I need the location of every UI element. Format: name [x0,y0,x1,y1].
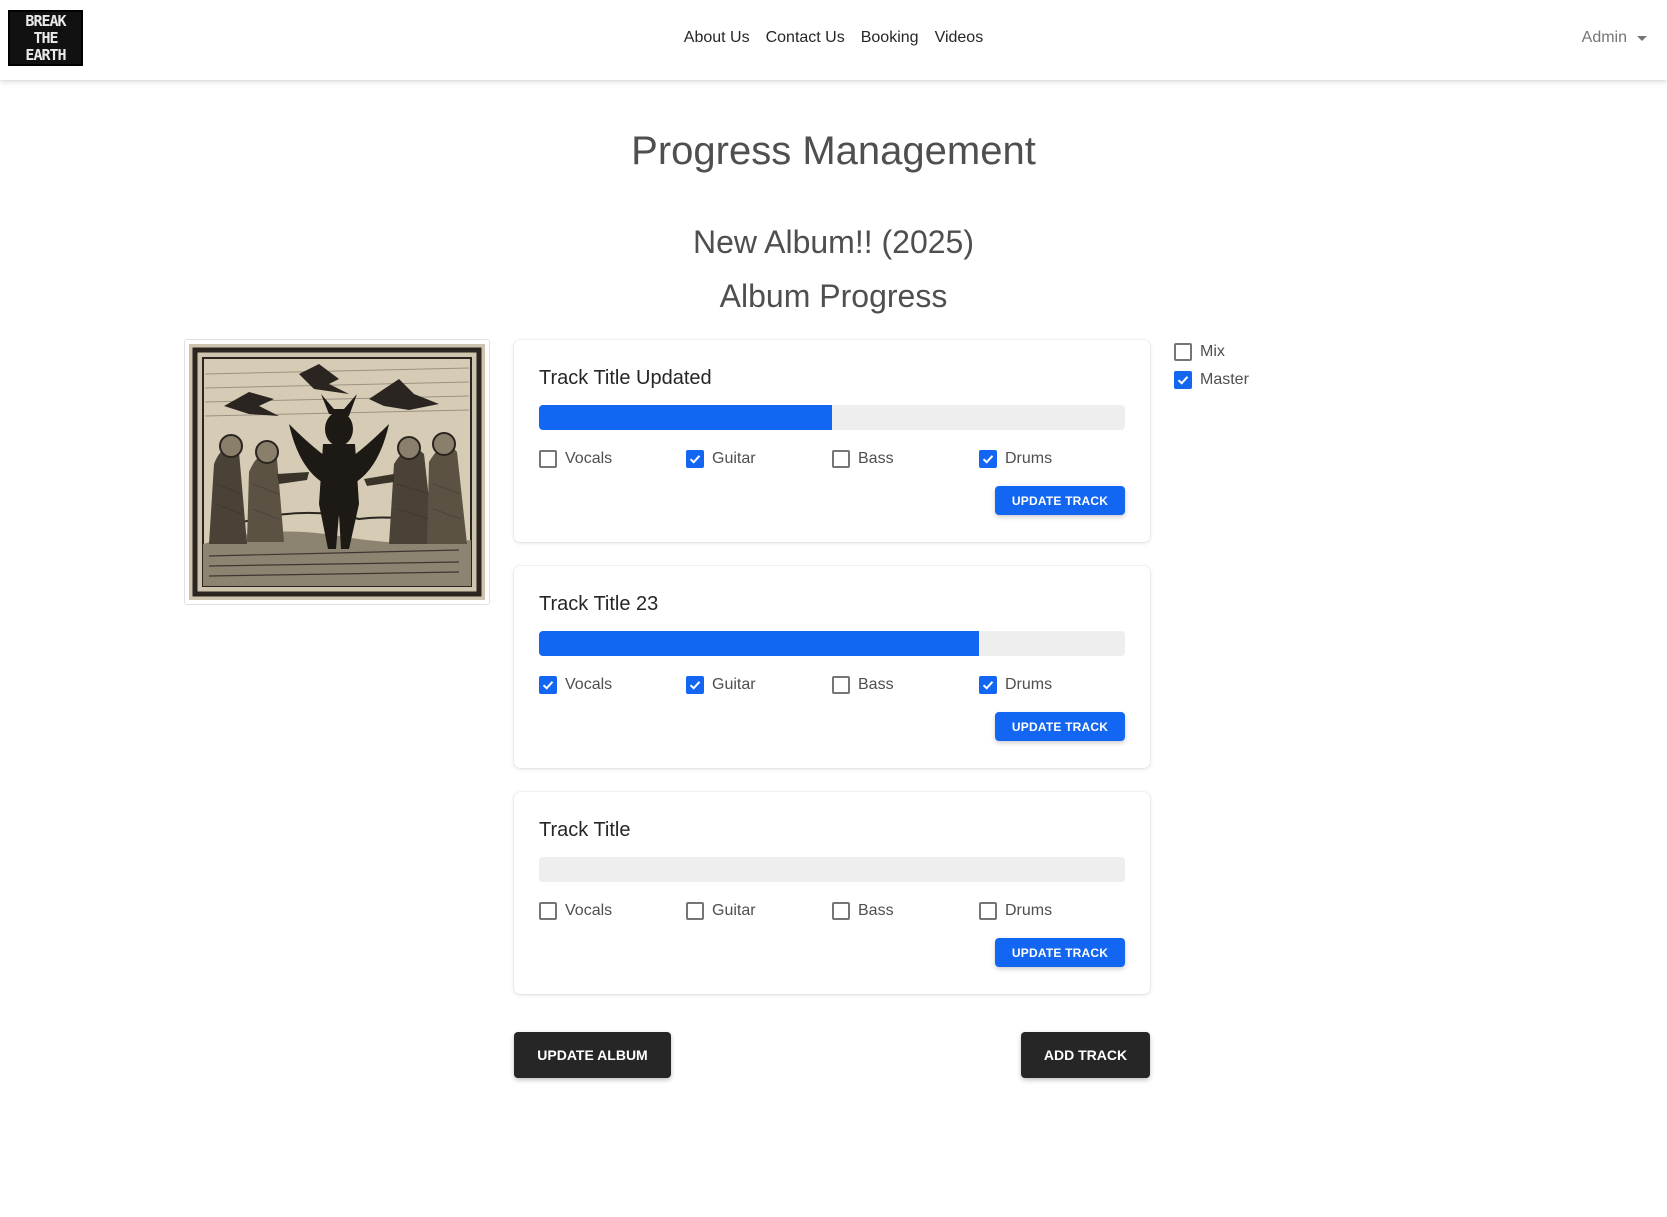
nav-link-contact-us[interactable]: Contact Us [758,26,853,50]
checkbox-box[interactable] [979,902,997,920]
checkbox-drums[interactable]: Drums [979,673,1052,697]
update-track-button[interactable]: UPDATE TRACK [995,712,1125,741]
track-card: Track Title 23 Vocals Guitar Bass Drums UPDAT… [514,566,1150,768]
navbar: BREAK THE EARTH About Us Contact Us Book… [0,0,1667,80]
checkbox-box[interactable] [832,676,850,694]
checkbox-box[interactable] [539,450,557,468]
checkbox-box[interactable] [832,450,850,468]
track-progress-bar [539,857,1125,882]
album-name: New Album!! (2025) [692,224,974,260]
nav-link-about-us[interactable]: About Us [676,26,758,50]
checkbox-guitar[interactable]: Guitar [686,899,756,923]
checkbox-bass[interactable]: Bass [832,673,894,697]
checkbox-label: Drums [1005,902,1053,919]
track-progress-fill [539,405,832,430]
checkbox-label: Bass [858,676,894,693]
checkbox-box[interactable] [1174,371,1192,389]
update-track-button[interactable]: UPDATE TRACK [995,938,1125,967]
track-title: Track Title [539,819,631,841]
nav-link-videos[interactable]: Videos [927,26,992,50]
track-card: Track Title Vocals Guitar Bass Drums UPDATE T… [514,792,1150,994]
check-icon [982,681,994,690]
album-stage-checks: Mix Master [1174,340,1249,396]
track-part-checks: Vocals Guitar Bass Drums [539,899,1125,923]
track-part-checks: Vocals Guitar Bass Drums [539,447,1125,471]
check-icon [689,681,701,690]
track-progress-bar [539,631,1125,656]
page-title: Progress Management [631,129,1036,173]
checkbox-vocals[interactable]: Vocals [539,899,612,923]
admin-label: Admin [1581,29,1627,46]
checkbox-label: Guitar [712,450,756,467]
album-cover [184,339,490,605]
checkbox-label: Drums [1005,676,1053,693]
checkbox-label: Bass [858,902,894,919]
nav-links: About Us Contact Us Booking Videos [0,26,1667,50]
checkbox-bass[interactable]: Bass [832,447,894,471]
checkbox-label: Vocals [565,902,613,919]
album-cover-image [189,344,485,600]
check-icon [982,455,994,464]
checkbox-mix[interactable]: Mix [1174,340,1249,364]
checkbox-label: Master [1200,371,1249,388]
checkbox-box[interactable] [979,450,997,468]
checkbox-box[interactable] [686,676,704,694]
update-track-button[interactable]: UPDATE TRACK [995,486,1125,515]
checkbox-box[interactable] [539,902,557,920]
chevron-down-icon [1637,36,1647,41]
checkbox-label: Drums [1005,450,1053,467]
checkbox-vocals[interactable]: Vocals [539,673,612,697]
track-progress-bar [539,405,1125,430]
checkbox-box[interactable] [1174,343,1192,361]
checkbox-box[interactable] [686,450,704,468]
checkbox-label: Guitar [712,902,756,919]
add-track-button[interactable]: ADD TRACK [1021,1032,1150,1078]
update-album-button[interactable]: UPDATE ALBUM [514,1032,671,1078]
track-progress-fill [539,631,979,656]
section-title: Album Progress [719,278,948,314]
checkbox-label: Vocals [565,676,613,693]
checkbox-label: Bass [858,450,894,467]
checkbox-box[interactable] [832,902,850,920]
checkbox-guitar[interactable]: Guitar [686,673,756,697]
checkbox-label: Mix [1200,343,1225,360]
checkbox-drums[interactable]: Drums [979,447,1052,471]
track-card: Track Title Updated Vocals Guitar Bass Drums… [514,340,1150,542]
track-part-checks: Vocals Guitar Bass Drums [539,673,1125,697]
checkbox-label: Vocals [565,450,613,467]
woodcut-illustration [189,344,485,600]
checkbox-vocals[interactable]: Vocals [539,447,612,471]
checkbox-box[interactable] [979,676,997,694]
checkbox-box[interactable] [686,902,704,920]
checkbox-master[interactable]: Master [1174,368,1249,392]
check-icon [542,681,554,690]
checkbox-guitar[interactable]: Guitar [686,447,756,471]
checkbox-drums[interactable]: Drums [979,899,1052,923]
checkbox-bass[interactable]: Bass [832,899,894,923]
track-title: Track Title 23 [539,593,659,615]
check-icon [1177,376,1189,385]
check-icon [689,455,701,464]
admin-dropdown[interactable]: Admin [1582,26,1647,50]
track-title: Track Title Updated [539,367,712,389]
nav-link-booking[interactable]: Booking [853,26,927,50]
checkbox-box[interactable] [539,676,557,694]
checkbox-label: Guitar [712,676,756,693]
